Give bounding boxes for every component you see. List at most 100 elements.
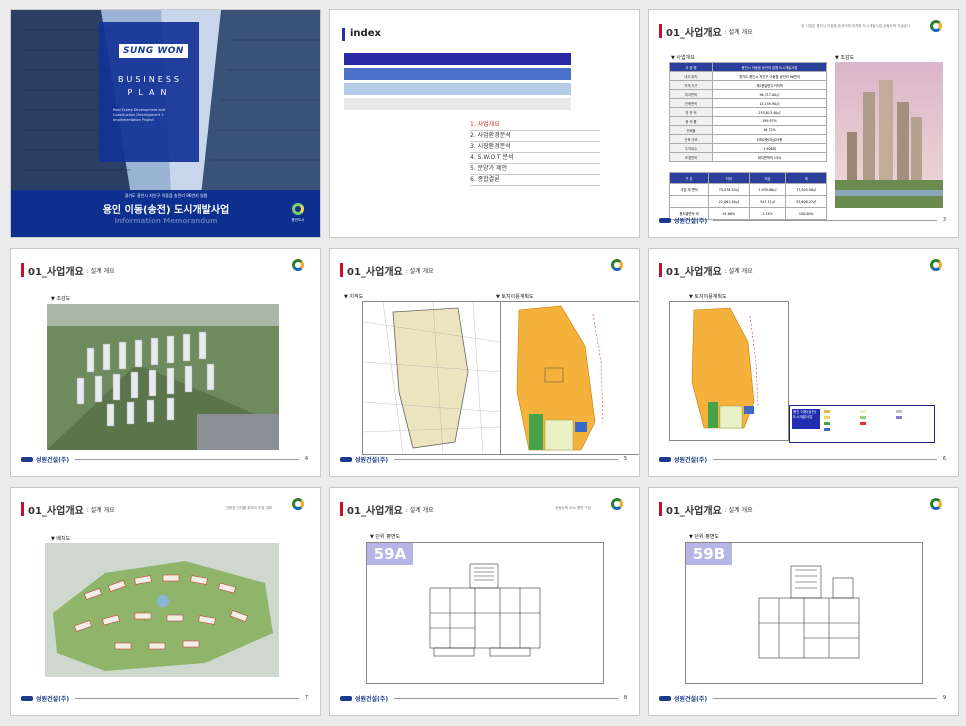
index-item-2[interactable]: 2. 사업환경분석 [470, 131, 600, 142]
floorplan-59b-image [758, 565, 860, 659]
overview-table-row: 주차대수 1,906대 [669, 143, 827, 153]
overview-table-cell: 대지면적의 15% [712, 152, 827, 162]
section-subtitle: : 설계 개요 [724, 28, 753, 36]
section-subtitle: : 설계 개요 [724, 267, 753, 275]
slide-2-index[interactable]: index 1. 사업개요 2. 사업환경분석 3. 시장환경분석 4. S.W… [329, 9, 640, 238]
header-note: 본 사업은 용인시 이동읍 송전리에 위치한 도시개발사업 공동주택 건설공사 [801, 24, 910, 28]
slide-8-unit-59a[interactable]: 01_사업개요 : 설계 개요 공동주택 59A 평면 구성 ▼ 단위 평면도 … [329, 487, 640, 716]
overview-table-cell: 18.72% [712, 125, 827, 135]
overview-table-header-cell: 건축 규모 [669, 134, 713, 144]
index-item-1[interactable]: 1. 사업개요 [470, 120, 600, 131]
area-table-cell: 77,303.56㎡ [785, 183, 827, 196]
overview-table-row: 지역 지구 제2종일반주거지역 [669, 80, 827, 90]
area-table-header-cell: 지하 [708, 172, 750, 184]
index-item-6[interactable]: 6. 종합결론 [470, 175, 600, 186]
overview-table-cell: 제2종일반주거지역 [712, 80, 827, 90]
siteplan-rendering-image [45, 543, 279, 677]
landuse-label: ▼ 토지이용계획도 [689, 294, 727, 300]
company-logo-icon [21, 456, 33, 462]
overview-table-cell: 199.97% [712, 116, 827, 126]
area-table-header-cell: 지상 [748, 172, 787, 184]
cover-description: Real Estate Development and Construction… [113, 108, 166, 122]
unitplan-label: ▼ 단위 평면도 [689, 534, 720, 540]
slide-1-cover[interactable]: SUNG WON BUSINESS PLAN Real Estate Devel… [10, 9, 321, 238]
birdseye-rendering-image [47, 304, 279, 450]
org-logo-text: 용인도시 [291, 218, 305, 222]
cadastral-map-image [362, 301, 502, 455]
org-logo-icon: 용인도시 [288, 203, 308, 227]
index-item-5[interactable]: 5. 분양가 제안 [470, 164, 600, 175]
landuse-plan-image [669, 301, 789, 441]
area-table-header-cell: 계 [785, 172, 827, 184]
section-number: 01_사업개요 [347, 266, 403, 278]
cadastral-label: ▼ 지적도 [344, 294, 364, 300]
section-number: 01_사업개요 [28, 505, 84, 517]
area-table-cell: 23,608.27㎡ [785, 195, 827, 208]
slide-footer: 성원건설(주) 9 [659, 693, 946, 703]
aerial-rendering-image [835, 62, 943, 208]
slide-footer: 성원건설(주) 4 [21, 454, 308, 464]
page-number: 3 [942, 217, 946, 223]
page-number: 8 [623, 695, 627, 701]
section-subtitle: : 설계 개요 [724, 506, 753, 514]
company-logo-icon [659, 695, 671, 701]
overview-table-header-cell: 조경면적 [669, 152, 713, 162]
area-table-cell [668, 195, 710, 208]
overview-table-header-cell: 건폐율 [669, 125, 713, 135]
section-number: 01_사업개요 [666, 27, 722, 39]
overview-table-cell: 지하2층/지상25층 [712, 134, 827, 144]
overview-table-row: 조경면적 대지면적의 15% [669, 152, 827, 162]
area-table-cell: 22,061.16㎡ [708, 195, 750, 208]
legend-title-box: 용인 이동(송전) 도시개발사업 [792, 409, 820, 429]
index-bar-1 [344, 53, 571, 65]
header-note: 친환경 단지를 위하여 조경 계획 [225, 506, 272, 510]
area-table-cell: 547.11㎡ [748, 195, 787, 208]
floorplan-59a-image [429, 563, 541, 657]
org-logo-icon [288, 259, 308, 281]
company-name: 성원건설(주) [36, 456, 70, 464]
area-table-cell: 1,935.86㎡ [748, 183, 787, 196]
org-logo-icon [288, 498, 308, 520]
legend-panel: 용인 이동(송전) 도시개발사업 [789, 405, 935, 443]
area-table-row: 사업 계 면적 75,578.30㎡ 1,935.86㎡ 77,303.56㎡ [668, 183, 827, 196]
slide-3-overview[interactable]: 01_사업개요 : 설계 개요 본 사업은 용인시 이동읍 송전리에 위치한 도… [648, 9, 959, 238]
overview-table-row: 건축면적 14,159.90㎡ [669, 98, 827, 108]
section-header: 01_사업개요 : 설계 개요 [659, 22, 753, 40]
index-item-3[interactable]: 3. 시장환경분석 [470, 142, 600, 153]
org-logo-icon [926, 259, 946, 281]
slide-footer: 성원건설(주) 8 [340, 693, 627, 703]
org-logo-icon [607, 259, 627, 281]
overview-table-cell: 경기도 용인시 처인구 이동읍 송전리 96번지 [712, 71, 827, 81]
slide-footer: 성원건설(주) 7 [21, 693, 308, 703]
index-title: index [350, 28, 381, 39]
overview-table-cell: 1,906대 [712, 143, 827, 153]
overview-table-cell: 96,717.00㎡ [712, 89, 827, 99]
overview-table-header-cell: 주차대수 [669, 143, 713, 153]
section-subtitle: : 설계 개요 [405, 506, 434, 514]
section-number: 01_사업개요 [28, 266, 84, 278]
slide-6-landuse[interactable]: 01_사업개요 : 설계 개요 ▼ 토지이용계획도 용인 이동(송전) 도시개발… [648, 248, 959, 477]
section-header-bar [659, 24, 662, 38]
index-bar-3 [344, 83, 571, 95]
index-bar-4 [344, 98, 571, 110]
slide-5-landmaps[interactable]: 01_사업개요 : 설계 개요 ▼ 지적도 ▼ 토지이용계획도 성원건설(주) … [329, 248, 640, 477]
header-note: 공동주택 59A 평면 구성 [555, 506, 591, 510]
unitplan-label: ▼ 단위 평면도 [370, 534, 401, 540]
area-table-header: 구 분 지하 지상 계 [668, 172, 827, 184]
section-number: 01_사업개요 [347, 505, 403, 517]
index-list: 1. 사업개요 2. 사업환경분석 3. 시장환경분석 4. S.W.O.T 분… [470, 120, 600, 186]
company-logo-icon [21, 695, 33, 701]
page-number: 5 [623, 456, 627, 462]
slide-7-siteplan[interactable]: 01_사업개요 : 설계 개요 친환경 단지를 위하여 조경 계획 ▼ 배치도 [10, 487, 321, 716]
index-bar-2 [344, 68, 571, 80]
section-subtitle: : 설계 개요 [405, 267, 434, 275]
unit-type-badge: 59A [367, 543, 413, 565]
org-logo-icon [926, 498, 946, 520]
section-number: 01_사업개요 [666, 266, 722, 278]
area-table-cell: 75,578.30㎡ [708, 183, 750, 196]
slide-9-unit-59b[interactable]: 01_사업개요 : 설계 개요 ▼ 단위 평면도 59B 성원건설(주) 9 [648, 487, 959, 716]
overview-table-row: 연 면 적 255,613.40㎡ [669, 107, 827, 117]
index-item-4[interactable]: 4. S.W.O.T 분석 [470, 153, 600, 164]
overview-label: ▼ 사업개요 [671, 55, 695, 61]
slide-4-birdseye[interactable]: 01_사업개요 : 설계 개요 ▼ 조감도 성원건설(주) 4 [10, 248, 321, 477]
